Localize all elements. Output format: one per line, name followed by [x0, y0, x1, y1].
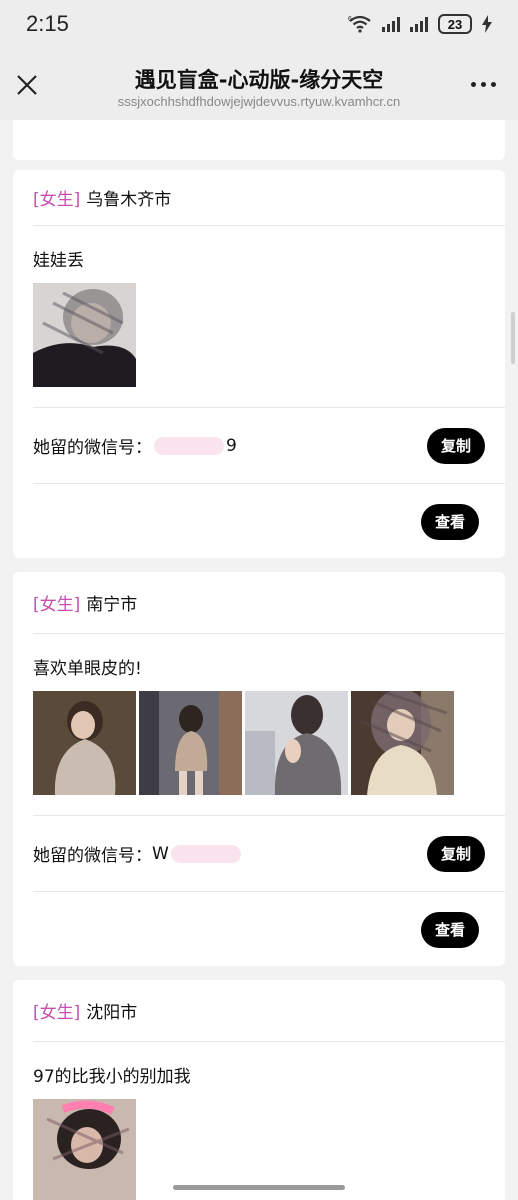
view-row: 查看	[33, 891, 505, 967]
view-row: 查看	[33, 483, 505, 559]
card-previous	[13, 120, 505, 160]
message-text: 97的比我小的别加我	[33, 1067, 191, 1087]
wifi-icon: 6	[348, 15, 371, 33]
view-button[interactable]: 查看	[420, 911, 479, 948]
city-label: 乌鲁木齐市	[86, 190, 172, 210]
wechat-id-visible: W	[152, 843, 169, 864]
gender-tag: [女生]	[33, 1003, 81, 1023]
wechat-row: 她留的微信号： W 复制	[33, 815, 505, 891]
page-title: 遇见盲盒-心动版-缘分天空	[134, 68, 384, 92]
card-urumqi: [女生] 乌鲁木齐市 娃娃丢 她留的微信号： 9 复制 查看	[13, 170, 505, 558]
user-photo[interactable]	[33, 691, 136, 795]
card-nanning: [女生] 南宁市 喜欢单眼皮的! 她留的微信号： W 复制 查看	[13, 572, 505, 966]
copy-button[interactable]: 复制	[426, 427, 485, 464]
signal-icon	[382, 16, 400, 32]
wechat-label: 她留的微信号：	[33, 438, 152, 458]
user-photo[interactable]	[139, 691, 242, 795]
city-label: 沈阳市	[86, 1003, 138, 1023]
scroll-indicator	[511, 312, 515, 364]
card-shenyang: [女生] 沈阳市 97的比我小的别加我	[13, 980, 505, 1200]
wechat-label: 她留的微信号：	[33, 846, 152, 866]
card-body: 97的比我小的别加我	[13, 1042, 505, 1200]
battery-level: 23	[447, 16, 463, 32]
status-time: 2:15	[26, 11, 69, 36]
photo-row	[33, 691, 485, 795]
status-bar: 2:15 6 23	[0, 0, 518, 48]
user-photo[interactable]	[33, 1099, 136, 1200]
more-icon[interactable]	[471, 82, 496, 87]
view-button[interactable]: 查看	[420, 503, 479, 540]
wechat-id-visible: 9	[226, 435, 237, 456]
card-header: [女生] 乌鲁木齐市	[33, 170, 505, 226]
status-icons: 6 23	[348, 14, 492, 34]
wechat-id-blur	[154, 436, 224, 455]
charging-icon	[482, 15, 492, 33]
photo-row	[33, 283, 485, 387]
home-indicator[interactable]	[173, 1185, 345, 1190]
card-header: [女生] 沈阳市	[33, 980, 505, 1042]
card-body: 喜欢单眼皮的!	[13, 634, 505, 795]
gender-tag: [女生]	[33, 595, 81, 615]
wechat-row: 她留的微信号： 9 复制	[33, 407, 505, 483]
card-body: 娃娃丢	[13, 226, 505, 387]
city-label: 南宁市	[86, 595, 138, 615]
user-photo[interactable]	[245, 691, 348, 795]
feed: [女生] 乌鲁木齐市 娃娃丢 她留的微信号： 9 复制 查看 [女生] 南宁市 …	[0, 120, 518, 1200]
message-text: 娃娃丢	[33, 251, 84, 271]
message-text: 喜欢单眼皮的!	[33, 659, 142, 679]
copy-button[interactable]: 复制	[426, 835, 485, 872]
user-photo[interactable]	[351, 691, 454, 795]
user-photo[interactable]	[33, 283, 136, 387]
wifi-label: 6	[348, 16, 352, 23]
nav-bar: 遇见盲盒-心动版-缘分天空 sssjxochhshdfhdowjejwjdevv…	[0, 48, 518, 120]
gender-tag: [女生]	[33, 190, 81, 210]
signal-icon-2	[410, 16, 428, 32]
battery-icon: 23	[438, 14, 472, 34]
card-header: [女生] 南宁市	[33, 572, 505, 634]
wechat-id-blur	[170, 844, 241, 863]
page-url: sssjxochhshdfhdowjejwjdevvus.rtyuw.kvamh…	[117, 94, 401, 109]
